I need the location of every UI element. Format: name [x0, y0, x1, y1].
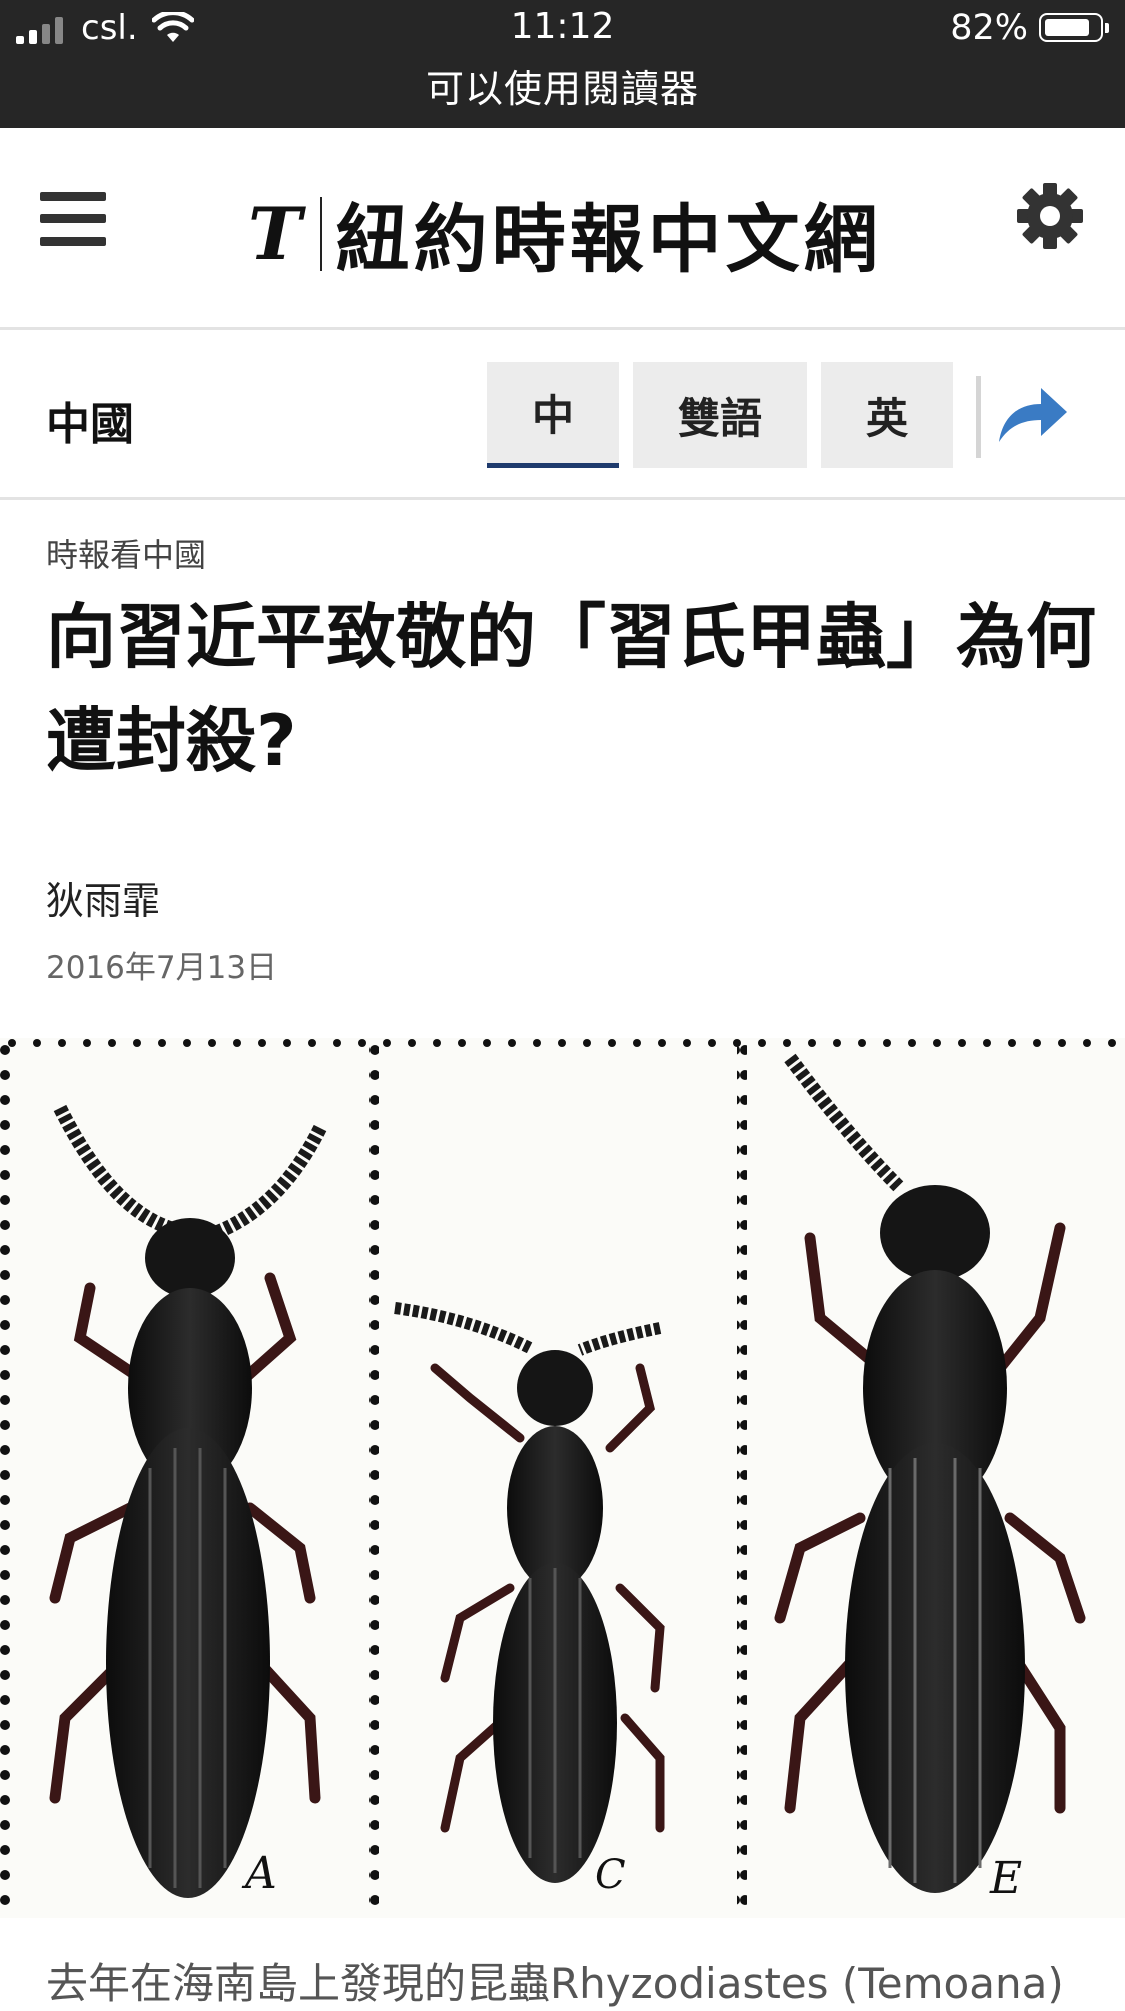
gear-icon[interactable] [1016, 182, 1084, 254]
status-bar: csl. 11:12 82% 可以使用閱讀器 [0, 0, 1125, 128]
menu-icon[interactable] [40, 192, 106, 246]
lang-tab-bilingual[interactable]: 雙語 [633, 362, 807, 468]
lang-tab-chinese[interactable]: 中 [487, 362, 619, 468]
battery-percent: 82% [950, 8, 1028, 48]
logo-mark: T [248, 191, 302, 276]
site-logo[interactable]: T 紐約時報中文網 [248, 180, 882, 287]
article-headline: 向習近平致敬的「習氏甲蟲」為何遭封殺? [46, 596, 1096, 782]
battery-icon [1039, 13, 1109, 42]
site-header: T 紐約時報中文網 [0, 128, 1125, 330]
article-photo: A C E [0, 1038, 1125, 1918]
logo-divider [319, 196, 322, 271]
lang-tab-english[interactable]: 英 [821, 362, 953, 468]
panel-label-e: E [989, 1853, 1022, 1904]
reader-mode-notice[interactable]: 可以使用閱讀器 [0, 58, 1125, 113]
article-kicker[interactable]: 時報看中國 [46, 530, 206, 576]
panel-label-c: C [595, 1852, 626, 1898]
section-name[interactable]: 中國 [46, 388, 134, 452]
photo-caption: 去年在海南島上發現的昆蟲Rhyzodiastes (Temoana) [46, 1959, 1064, 2008]
logo-text: 紐約時報中文網 [335, 197, 882, 283]
article-date: 2016年7月13日 [46, 950, 278, 986]
article-author: 狄雨霏 [46, 879, 161, 923]
share-arrow-icon[interactable] [995, 382, 1071, 450]
panel-label-a: A [241, 1848, 277, 1899]
section-bar: 中國 中 雙語 英 [0, 330, 1125, 500]
tab-divider [976, 376, 981, 458]
